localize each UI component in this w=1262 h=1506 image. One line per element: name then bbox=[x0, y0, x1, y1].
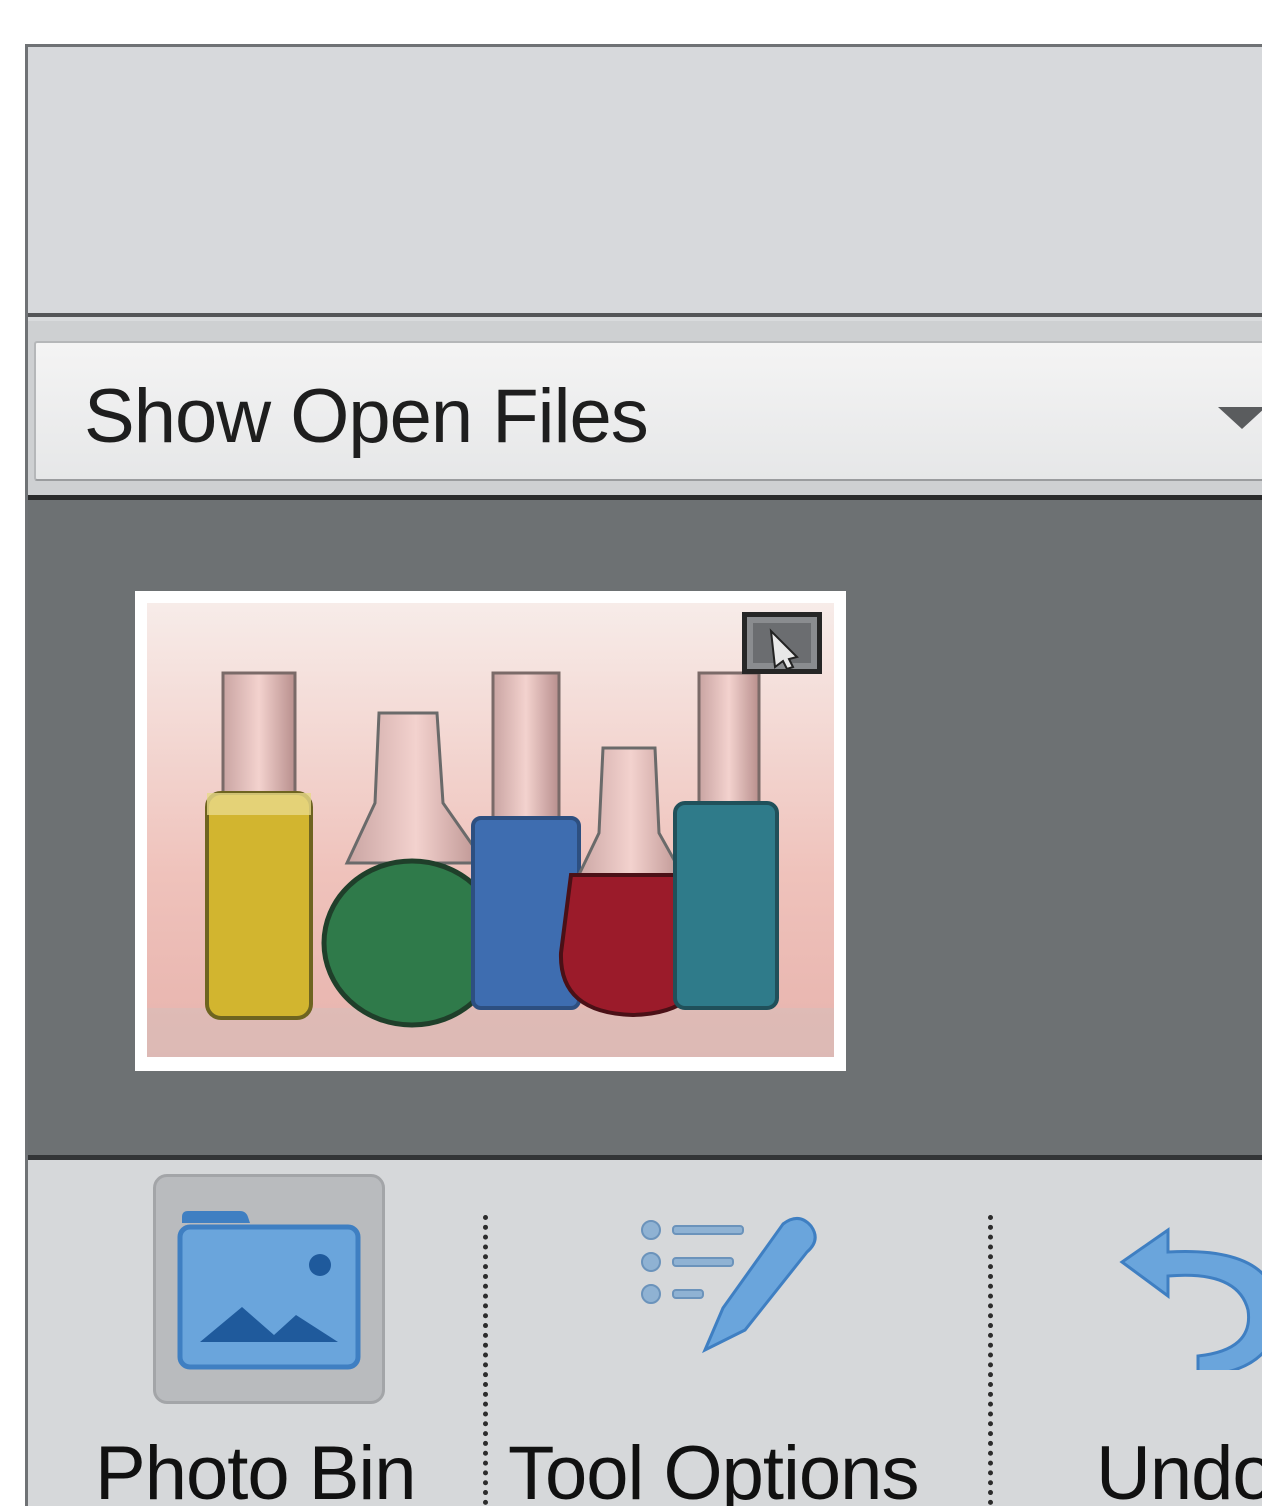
tool-options-button[interactable]: Tool Options bbox=[498, 1160, 988, 1506]
undo-button[interactable]: Undo bbox=[1068, 1160, 1262, 1506]
chevron-down-icon bbox=[1218, 407, 1262, 429]
photo-folder-icon bbox=[177, 1211, 361, 1370]
panel-taskbar: Photo Bin Tool Options Undo bbox=[28, 1155, 1262, 1506]
edit-badge-icon[interactable] bbox=[742, 612, 822, 674]
photo-bin-icon-wrap bbox=[153, 1174, 385, 1404]
photo-bin-panel: Show Open Files Photo Bin Tool Options U… bbox=[25, 44, 1262, 1506]
undo-label: Undo bbox=[1096, 1431, 1262, 1506]
tool-options-icon bbox=[641, 1217, 817, 1354]
bottles-image bbox=[147, 603, 834, 1057]
separator bbox=[988, 1215, 993, 1506]
photo-bin-area bbox=[28, 495, 1262, 1155]
cursor-icon bbox=[769, 628, 799, 669]
show-open-files-dropdown[interactable]: Show Open Files bbox=[34, 341, 1262, 481]
dropdown-strip: Show Open Files bbox=[28, 321, 1262, 501]
photo-bin-label: Photo Bin bbox=[95, 1431, 417, 1506]
open-file-thumbnail[interactable] bbox=[135, 591, 846, 1071]
photo-bin-button[interactable]: Photo Bin bbox=[83, 1160, 443, 1506]
top-empty-area bbox=[28, 47, 1262, 317]
separator bbox=[483, 1215, 488, 1506]
dropdown-label: Show Open Files bbox=[84, 374, 649, 459]
undo-icon bbox=[1119, 1227, 1262, 1370]
tool-options-label: Tool Options bbox=[508, 1431, 919, 1506]
